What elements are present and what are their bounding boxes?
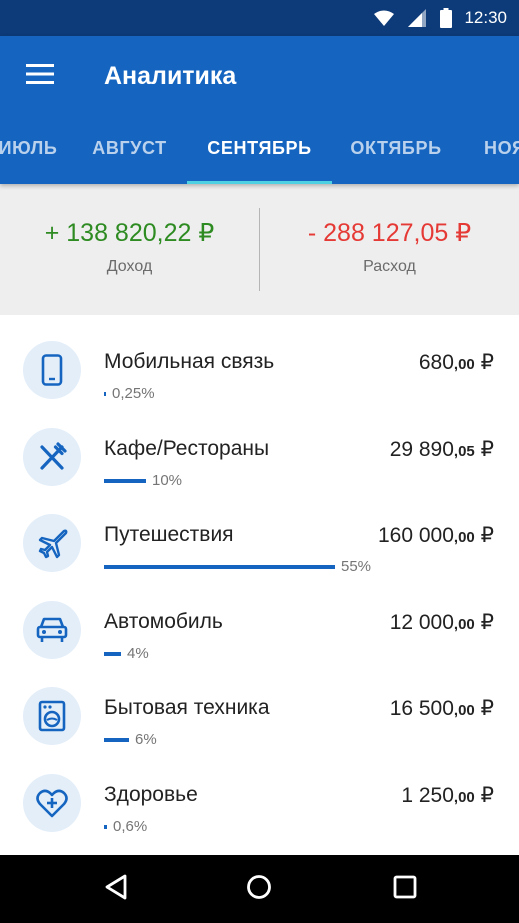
category-list: Мобильная связь 680,00 ₽ 0,25% Кафе/Рест… [0,315,519,855]
list-item-cafe[interactable]: Кафе/Рестораны 29 890,05 ₽ 10% [0,413,519,500]
share-percent: 0,6% [113,818,148,835]
currency: ₽ [480,697,494,720]
list-item-car[interactable]: Автомобиль 12 000,00 ₽ 4% [0,586,519,673]
category-name: Здоровье [104,783,198,806]
amount-dec: ,00 [453,616,475,633]
recents-button[interactable] [389,873,421,905]
category-amount: 160 000,00 ₽ [378,523,494,548]
amount-int: 12 000 [389,611,454,634]
airplane-icon [23,514,81,572]
status-bar: 12:30 [0,0,519,36]
expense-summary: - 288 127,05 ₽ Расход [260,218,519,276]
currency: ₽ [480,438,494,461]
amount-dec: ,05 [453,443,475,460]
amount-dec: ,00 [453,789,475,806]
signal-icon [408,9,427,27]
category-amount: 12 000,00 ₽ [390,610,494,635]
share-percent: 0,25% [112,385,155,402]
expense-label: Расход [363,258,416,275]
recents-icon [393,875,417,904]
amount-int: 160 000 [378,524,454,547]
share-bar [104,738,129,742]
car-icon [23,601,81,659]
nav-bar [0,855,519,923]
share-bar [104,565,335,569]
home-button[interactable] [243,873,275,905]
amount-int: 680 [418,351,454,374]
amount-int: 1 250 [401,784,454,807]
tab-august[interactable]: АВГУСТ [78,116,181,180]
share-percent: 6% [135,731,157,748]
income-label: Доход [106,258,153,275]
back-button[interactable] [100,873,132,905]
amount-int: 29 890 [389,438,454,461]
month-tabs: ИЮЛЬ АВГУСТ СЕНТЯБРЬ ОКТЯБРЬ НОЯ [0,116,519,184]
amount-int: 16 500 [389,697,454,720]
share-bar [104,652,121,656]
washing-machine-icon [23,687,81,745]
amount-dec: ,00 [453,356,475,373]
amount-dec: ,00 [453,529,475,546]
share-percent: 4% [127,645,149,662]
category-amount: 1 250,00 ₽ [401,783,494,808]
category-name: Мобильная связь [104,350,275,373]
expense-value: - 288 127,05 ₽ [307,219,472,247]
app-bar: Аналитика ИЮЛЬ АВГУСТ СЕНТЯБРЬ ОКТЯБРЬ Н… [0,36,519,184]
category-amount: 29 890,05 ₽ [390,437,494,462]
currency: ₽ [480,524,494,547]
heart-plus-icon [23,774,81,832]
currency: ₽ [480,351,494,374]
currency: ₽ [480,784,494,807]
category-name: Автомобиль [104,610,223,633]
list-item-health[interactable]: Здоровье 1 250,00 ₽ 0,6% [0,759,519,846]
tab-september[interactable]: СЕНТЯБРЬ [187,116,332,180]
category-name: Путешествия [104,523,234,546]
wifi-icon [374,10,395,26]
tab-july[interactable]: ИЮЛЬ [0,116,76,180]
amount-dec: ,00 [453,702,475,719]
currency: ₽ [480,611,494,634]
list-item-travel[interactable]: Путешествия 160 000,00 ₽ 55% [0,499,519,586]
category-amount: 680,00 ₽ [419,350,494,375]
tab-november[interactable]: НОЯ [466,116,519,180]
page-title: Аналитика [104,61,237,90]
back-icon [104,874,128,905]
home-icon [246,874,272,905]
share-percent: 55% [341,558,372,575]
share-bar [104,825,107,829]
summary-panel: + 138 820,22 ₽ Доход - 288 127,05 ₽ Расх… [0,184,519,315]
share-bar [104,479,146,483]
tab-indicator [187,181,332,184]
category-name: Кафе/Рестораны [104,437,270,460]
list-item-mobile[interactable]: Мобильная связь 680,00 ₽ 0,25% [0,326,519,413]
menu-icon [26,63,54,90]
battery-icon [440,8,453,28]
share-percent: 10% [152,472,183,489]
fork-knife-icon [23,428,81,486]
toolbar: Аналитика [0,36,519,116]
phone-icon [23,341,81,399]
income-summary: + 138 820,22 ₽ Доход [0,218,259,276]
list-item-appliances[interactable]: Бытовая техника 16 500,00 ₽ 6% [0,672,519,759]
category-name: Бытовая техника [104,696,270,719]
menu-button[interactable] [0,36,80,116]
income-value: + 138 820,22 ₽ [44,219,215,247]
share-bar [104,392,106,396]
category-amount: 16 500,00 ₽ [390,696,494,721]
tab-october[interactable]: ОКТЯБРЬ [337,116,455,180]
clock: 12:30 [464,8,507,27]
